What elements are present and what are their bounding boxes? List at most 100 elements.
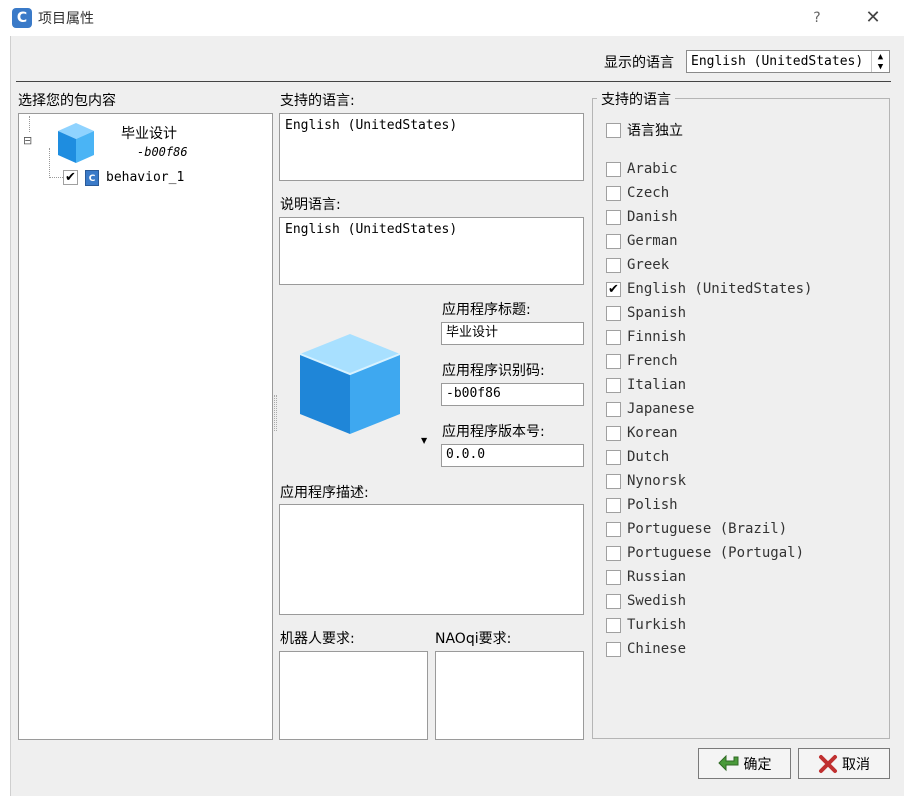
language-item-dutch[interactable]: Dutch xyxy=(606,446,669,468)
language-checkbox-checked[interactable]: ✔ xyxy=(606,281,621,297)
language-item-portuguese-portugal[interactable]: Portuguese (Portugal) xyxy=(606,542,804,564)
language-label: German xyxy=(627,233,678,249)
icon-dropdown-icon[interactable]: ▼ xyxy=(421,436,427,445)
app-id-input[interactable]: -b00f86 xyxy=(441,383,584,406)
cancel-x-icon xyxy=(819,754,837,773)
language-item-finnish[interactable]: Finnish xyxy=(606,326,686,348)
language-checkbox[interactable] xyxy=(606,449,621,465)
language-label: Korean xyxy=(627,425,678,441)
description-language-label: 说明语言: xyxy=(280,197,341,213)
language-item-nynorsk[interactable]: Nynorsk xyxy=(606,470,686,492)
ok-button-label: 确定 xyxy=(743,756,772,773)
language-checkbox[interactable] xyxy=(606,545,621,561)
language-independent-checkbox[interactable] xyxy=(606,122,621,138)
project-id: -b00f86 xyxy=(137,145,188,159)
app-description-field[interactable] xyxy=(279,504,584,615)
language-item-czech[interactable]: Czech xyxy=(606,182,669,204)
title-bar: C 项目属性 ? ✕ xyxy=(0,0,904,36)
language-checkbox[interactable] xyxy=(606,257,621,273)
language-checkbox[interactable] xyxy=(606,569,621,585)
close-button[interactable]: ✕ xyxy=(856,4,890,32)
language-checkbox[interactable] xyxy=(606,641,621,657)
display-language-label: 显示的语言 xyxy=(604,55,674,71)
language-item-portuguese-brazil[interactable]: Portuguese (Brazil) xyxy=(606,518,787,540)
ok-button[interactable]: 确定 xyxy=(698,748,791,779)
supported-languages-field[interactable]: English (UnitedStates) xyxy=(279,113,584,181)
display-language-select[interactable]: English (UnitedStates) ▲ ▼ xyxy=(686,50,890,73)
tree-line xyxy=(49,148,50,176)
application-cube-icon[interactable] xyxy=(296,330,404,438)
language-label: Japanese xyxy=(627,401,695,417)
language-checkbox[interactable] xyxy=(606,353,621,369)
language-checkbox[interactable] xyxy=(606,521,621,537)
language-checkbox[interactable] xyxy=(606,305,621,321)
splitter-handle[interactable] xyxy=(274,395,277,431)
language-label: Spanish xyxy=(627,305,687,321)
language-label: Greek xyxy=(627,257,670,273)
robot-requirements-field[interactable] xyxy=(279,651,428,740)
package-tree[interactable]: ⊟ 毕业设计 -b00f86 ✔ C behavior_1 xyxy=(18,113,273,740)
language-checkbox[interactable] xyxy=(606,233,621,249)
language-item-greek[interactable]: Greek xyxy=(606,254,669,276)
language-item-russian[interactable]: Russian xyxy=(606,566,686,588)
language-checkbox[interactable] xyxy=(606,425,621,441)
app-title-label: 应用程序标题: xyxy=(442,302,531,318)
language-item-spanish[interactable]: Spanish xyxy=(606,302,686,324)
behavior-checkbox[interactable]: ✔ xyxy=(63,170,78,185)
app-id-label: 应用程序识别码: xyxy=(442,363,545,379)
language-checkbox[interactable] xyxy=(606,497,621,513)
cancel-button[interactable]: 取消 xyxy=(798,748,890,779)
spin-arrows-icon[interactable]: ▲ ▼ xyxy=(871,51,889,72)
language-checkbox[interactable] xyxy=(606,329,621,345)
app-description-label: 应用程序描述: xyxy=(280,485,369,501)
language-item-swedish[interactable]: Swedish xyxy=(606,590,686,612)
behavior-name: behavior_1 xyxy=(106,170,185,185)
language-checkbox[interactable] xyxy=(606,161,621,177)
language-independent-row[interactable]: 语言独立 xyxy=(606,119,683,141)
window-title: 项目属性 xyxy=(38,11,94,27)
language-checkbox[interactable] xyxy=(606,209,621,225)
language-label: Swedish xyxy=(627,593,687,609)
language-checkbox[interactable] xyxy=(606,377,621,393)
collapse-icon[interactable]: ⊟ xyxy=(23,134,32,147)
language-item-polish[interactable]: Polish xyxy=(606,494,678,516)
naoqi-requirements-field[interactable] xyxy=(435,651,584,740)
language-independent-label: 语言独立 xyxy=(627,123,683,139)
app-title-input[interactable]: 毕业设计 xyxy=(441,322,584,345)
language-item-french[interactable]: French xyxy=(606,350,678,372)
language-checkbox[interactable] xyxy=(606,185,621,201)
language-label: French xyxy=(627,353,678,369)
language-item-chinese[interactable]: Chinese xyxy=(606,638,686,660)
help-button[interactable]: ? xyxy=(800,4,834,32)
language-checkbox[interactable] xyxy=(606,593,621,609)
language-label: Arabic xyxy=(627,161,678,177)
app-version-label: 应用程序版本号: xyxy=(442,424,545,440)
language-checkbox[interactable] xyxy=(606,473,621,489)
app-version-input[interactable]: 0.0.0 xyxy=(441,444,584,467)
project-name: 毕业设计 xyxy=(121,126,177,142)
language-item-danish[interactable]: Danish xyxy=(606,206,678,228)
language-label: Dutch xyxy=(627,449,670,465)
language-item-italian[interactable]: Italian xyxy=(606,374,686,396)
language-label: Portuguese (Portugal) xyxy=(627,545,805,561)
behavior-icon: C xyxy=(85,170,99,186)
language-item-korean[interactable]: Korean xyxy=(606,422,678,444)
display-language-value: English (UnitedStates) xyxy=(691,54,864,69)
language-item-german[interactable]: German xyxy=(606,230,678,252)
description-language-field[interactable]: English (UnitedStates) xyxy=(279,217,584,285)
language-item-turkish[interactable]: Turkish xyxy=(606,614,686,636)
language-label: Nynorsk xyxy=(627,473,687,489)
project-cube-icon xyxy=(58,123,94,163)
header-separator xyxy=(16,81,891,82)
language-checkbox[interactable] xyxy=(606,401,621,417)
language-checkbox[interactable] xyxy=(606,617,621,633)
language-item-arabic[interactable]: Arabic xyxy=(606,158,678,180)
language-item-english[interactable]: ✔ English (UnitedStates) xyxy=(606,278,812,300)
cancel-button-label: 取消 xyxy=(842,756,870,773)
tree-line xyxy=(49,177,63,178)
language-label: Portuguese (Brazil) xyxy=(627,521,788,537)
language-label: Russian xyxy=(627,569,687,585)
language-item-japanese[interactable]: Japanese xyxy=(606,398,694,420)
language-label: Chinese xyxy=(627,641,687,657)
supported-languages-value: English (UnitedStates) xyxy=(285,118,458,133)
